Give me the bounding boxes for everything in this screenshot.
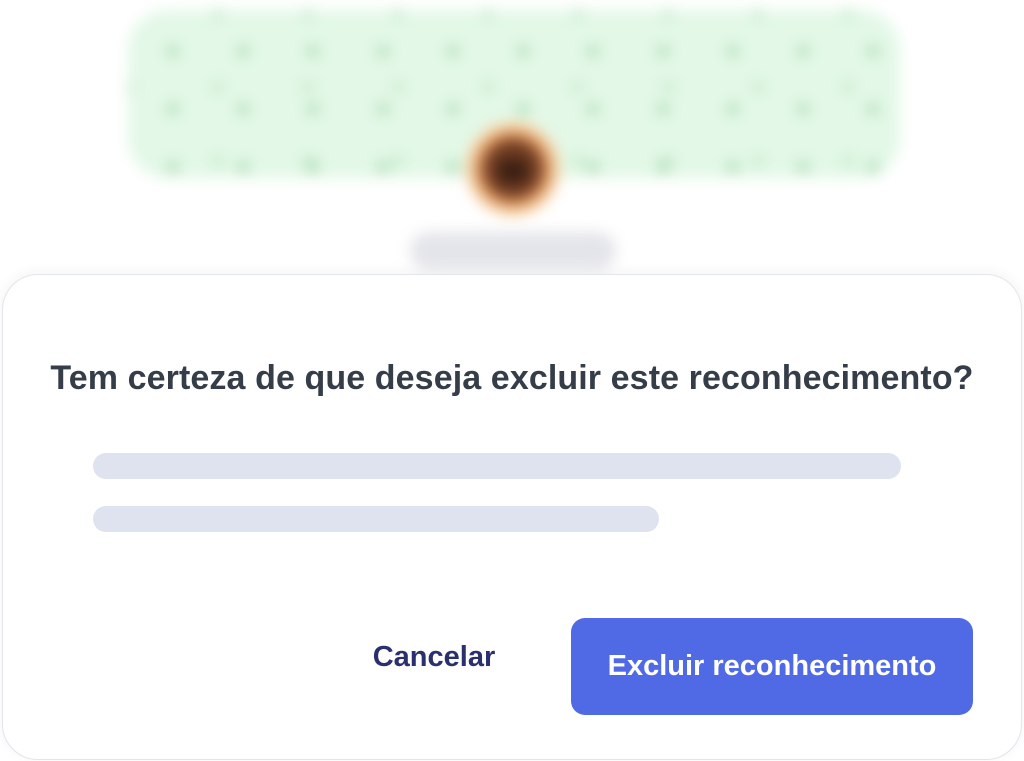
profile-name-placeholder [410, 232, 616, 270]
screen: Tem certeza de que deseja excluir este r… [0, 0, 1024, 761]
dialog-title: Tem certeza de que deseja excluir este r… [50, 359, 974, 397]
delete-confirmation-dialog: Tem certeza de que deseja excluir este r… [2, 274, 1022, 760]
background-profile-card [0, 0, 1024, 300]
description-skeleton-line [93, 506, 659, 532]
delete-recognition-button[interactable]: Excluir reconhecimento [571, 618, 973, 715]
cancel-button[interactable]: Cancelar [351, 625, 517, 689]
description-skeleton-line [93, 453, 901, 479]
profile-avatar-icon [466, 122, 560, 216]
